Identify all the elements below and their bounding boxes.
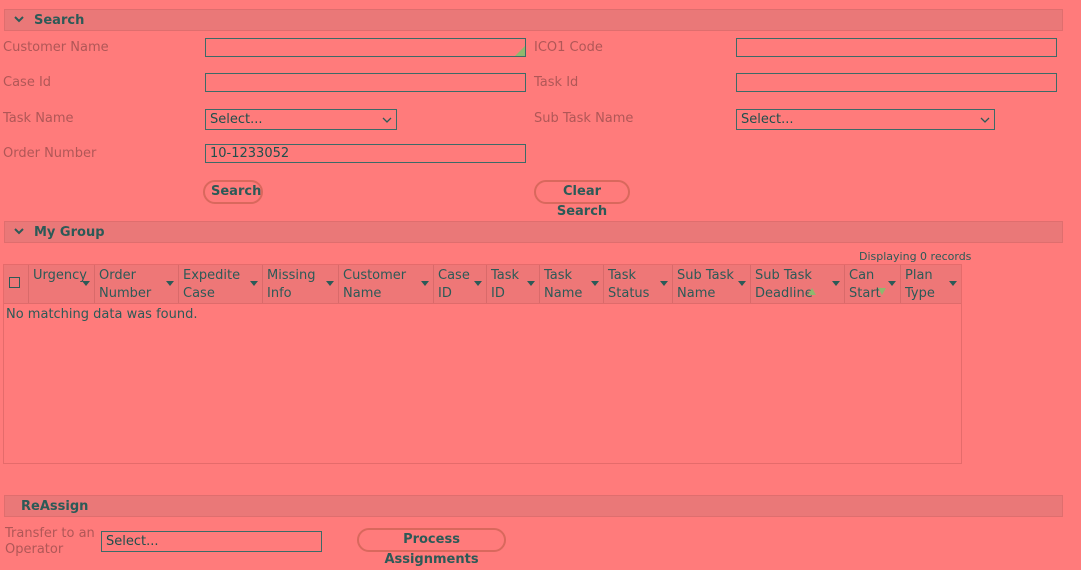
records-count: Displaying 0 records xyxy=(859,250,972,263)
task-name-select-value: Select... xyxy=(210,112,263,127)
column-header-missing-info[interactable]: Missing Info xyxy=(263,265,339,303)
sub-task-name-label: Sub Task Name xyxy=(534,111,634,126)
column-menu-icon[interactable] xyxy=(591,281,599,286)
sort-ascending-icon xyxy=(808,288,816,295)
transfer-operator-select-value: Select... xyxy=(106,534,159,549)
column-header-label: Customer Name xyxy=(343,268,407,301)
column-header-urgency[interactable]: Urgency xyxy=(29,265,95,303)
autocomplete-icon xyxy=(515,46,525,56)
select-all-checkbox[interactable] xyxy=(9,277,20,288)
chevron-down-icon xyxy=(382,117,392,123)
column-header-label: Urgency xyxy=(33,268,87,283)
grid-header: Urgency Order Number Expedite Case Missi… xyxy=(4,265,961,304)
column-menu-icon[interactable] xyxy=(326,281,334,286)
column-header-label: Task ID xyxy=(491,268,520,301)
column-header-label: Case ID xyxy=(438,268,470,301)
customer-name-label: Customer Name xyxy=(3,40,109,55)
search-section-header[interactable]: Search xyxy=(4,9,1063,31)
column-menu-icon[interactable] xyxy=(949,281,957,286)
sub-task-name-select-value: Select... xyxy=(741,112,794,127)
transfer-operator-label: Transfer to an Operator xyxy=(5,526,95,557)
task-name-label: Task Name xyxy=(3,111,74,126)
column-header-task-name[interactable]: Task Name xyxy=(540,265,604,303)
reassign-section-header[interactable]: ReAssign xyxy=(4,495,1063,517)
column-header-case-id[interactable]: Case ID xyxy=(434,265,487,303)
reassign-section-title: ReAssign xyxy=(21,499,89,514)
column-menu-icon[interactable] xyxy=(660,281,668,286)
sort-descending-icon xyxy=(878,288,886,295)
column-header-label: Expedite Case xyxy=(183,268,241,301)
column-menu-icon[interactable] xyxy=(738,281,746,286)
chevron-down-icon xyxy=(980,117,990,123)
case-id-input[interactable] xyxy=(205,73,526,92)
column-menu-icon[interactable] xyxy=(474,281,482,286)
column-menu-icon[interactable] xyxy=(421,281,429,286)
search-button[interactable]: Search xyxy=(203,180,263,204)
column-menu-icon[interactable] xyxy=(527,281,535,286)
column-header-plan-type[interactable]: Plan Type xyxy=(901,265,961,303)
search-section-title: Search xyxy=(34,13,85,28)
empty-grid-message: No matching data was found. xyxy=(6,307,198,322)
task-name-select[interactable]: Select... xyxy=(205,109,397,130)
column-header-task-id[interactable]: Task ID xyxy=(487,265,540,303)
column-header-sub-task-deadline[interactable]: Sub Task Deadline xyxy=(751,265,845,303)
column-header-customer-name[interactable]: Customer Name xyxy=(339,265,434,303)
chevron-down-icon xyxy=(14,16,24,23)
column-menu-icon[interactable] xyxy=(82,281,90,286)
column-header-label: Sub Task Deadline xyxy=(755,268,813,301)
chevron-down-icon xyxy=(14,228,24,235)
column-header-sub-task-name[interactable]: Sub Task Name xyxy=(673,265,751,303)
my-group-grid: Urgency Order Number Expedite Case Missi… xyxy=(3,264,962,464)
task-id-label: Task Id xyxy=(534,75,579,90)
sub-task-name-select[interactable]: Select... xyxy=(736,109,995,130)
column-header-label: Task Status xyxy=(608,268,650,301)
column-header-order-number[interactable]: Order Number xyxy=(95,265,179,303)
column-header-label: Order Number xyxy=(99,268,152,301)
customer-name-input[interactable] xyxy=(205,38,526,57)
select-all-column xyxy=(4,265,29,303)
column-menu-icon[interactable] xyxy=(888,281,896,286)
order-number-input[interactable]: 10-1233052 xyxy=(205,144,526,163)
column-menu-icon[interactable] xyxy=(166,281,174,286)
column-header-label: Can Start xyxy=(849,268,881,301)
ico1-code-input[interactable] xyxy=(736,38,1057,57)
column-header-label: Missing Info xyxy=(267,268,316,301)
column-header-label: Plan Type xyxy=(905,268,935,301)
column-header-can-start[interactable]: Can Start xyxy=(845,265,901,303)
column-header-expedite-case[interactable]: Expedite Case xyxy=(179,265,263,303)
my-group-section-title: My Group xyxy=(34,225,105,240)
order-number-label: Order Number xyxy=(3,146,97,161)
task-id-input[interactable] xyxy=(736,73,1057,92)
column-header-task-status[interactable]: Task Status xyxy=(604,265,673,303)
column-header-label: Task Name xyxy=(544,268,583,301)
column-header-label: Sub Task Name xyxy=(677,268,734,301)
column-menu-icon[interactable] xyxy=(250,281,258,286)
process-assignments-button[interactable]: Process Assignments xyxy=(357,528,506,567)
clear-search-button[interactable]: Clear Search xyxy=(534,180,630,219)
ico1-code-label: ICO1 Code xyxy=(534,40,603,55)
case-id-label: Case Id xyxy=(3,75,52,90)
column-menu-icon[interactable] xyxy=(832,281,840,286)
my-group-section-header[interactable]: My Group xyxy=(4,221,1063,243)
transfer-operator-select[interactable]: Select... xyxy=(101,531,322,552)
